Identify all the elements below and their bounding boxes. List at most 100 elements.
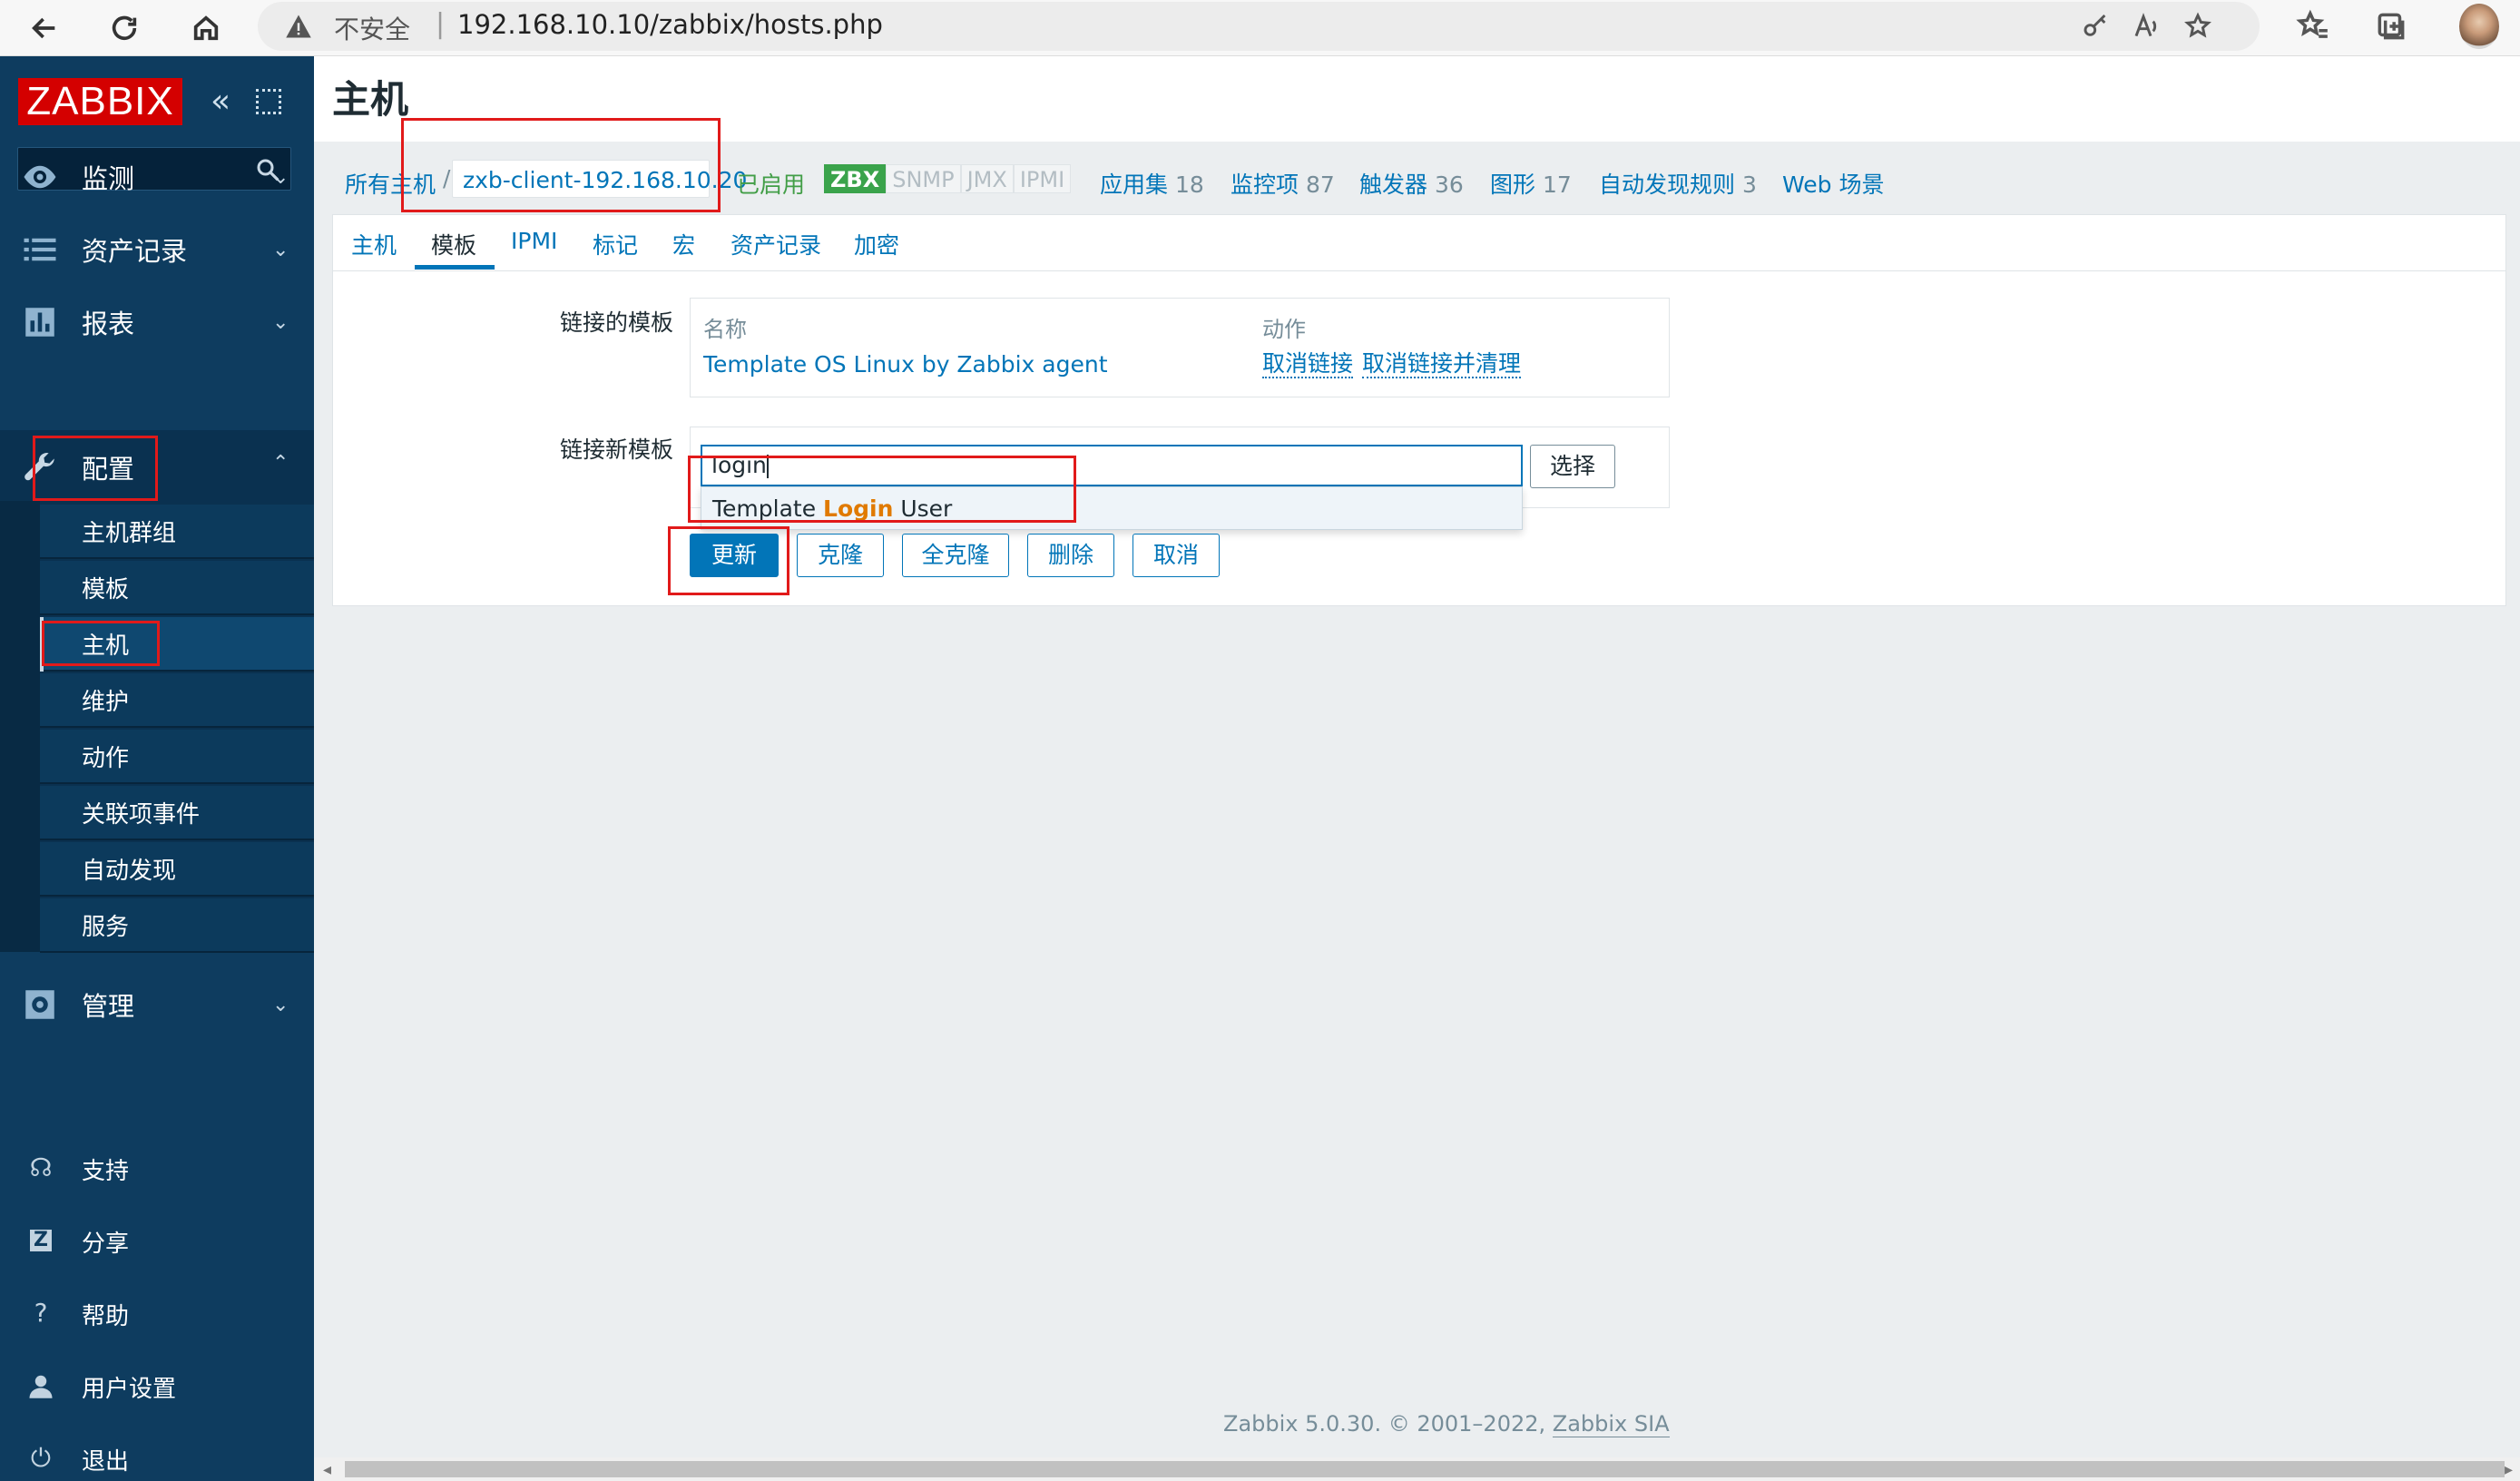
column-name: 名称 <box>703 317 747 342</box>
bar-chart-icon <box>20 302 60 342</box>
menu-configuration-label: 配置 <box>82 454 135 485</box>
address-bar[interactable]: 不安全 | 192.168.10.10/zabbix/hosts.php <box>258 2 2260 51</box>
submenu-host-groups[interactable]: 主机群组 <box>40 505 314 559</box>
browser-toolbar: 不安全 | 192.168.10.10/zabbix/hosts.php <box>0 0 2520 56</box>
full-clone-button[interactable]: 全克隆 <box>902 534 1009 577</box>
active-tab-indicator <box>415 265 495 270</box>
horizontal-scrollbar[interactable]: ◂ ▸ <box>314 1457 2520 1481</box>
link-discovery-rules[interactable]: 自动发现规则 3 <box>1599 167 1757 200</box>
badge-jmx: JMX <box>960 164 1014 193</box>
key-icon[interactable] <box>2082 12 2111 41</box>
scroll-left-icon[interactable]: ◂ <box>323 1460 331 1479</box>
tab-inventory[interactable]: 资产记录 <box>731 228 821 260</box>
unlink-and-clear-link[interactable]: 取消链接并清理 <box>1362 351 1522 378</box>
breadcrumb-all-hosts[interactable]: 所有主机 <box>345 167 436 200</box>
chevron-down-icon: ⌄ <box>272 238 289 261</box>
badge-zbx: ZBX <box>824 164 887 193</box>
back-icon[interactable] <box>20 4 69 53</box>
reload-icon[interactable] <box>100 4 149 53</box>
footer-user-settings[interactable]: 用户设置 <box>0 1354 314 1417</box>
submenu-discovery[interactable]: 自动发现 <box>40 842 314 897</box>
collections-icon[interactable] <box>2374 9 2408 44</box>
chevron-up-icon: ⌃ <box>272 452 289 475</box>
warning-icon <box>286 15 311 38</box>
link-applications[interactable]: 应用集 18 <box>1100 167 1204 200</box>
menu-administration-label: 管理 <box>82 991 135 1022</box>
wrench-icon <box>20 447 60 487</box>
template-search-input[interactable]: login <box>701 445 1523 486</box>
address-separator: | <box>436 8 446 40</box>
footer-share[interactable]: Z 分享 <box>0 1209 314 1272</box>
gear-icon <box>20 985 60 1025</box>
share-icon: Z <box>30 1230 52 1251</box>
menu-inventory-label: 资产记录 <box>82 236 188 267</box>
footer-help[interactable]: ? 帮助 <box>0 1281 314 1345</box>
breadcrumb-separator: / <box>443 165 451 191</box>
menu-inventory[interactable]: 资产记录 ⌄ <box>0 214 314 285</box>
submenu-services[interactable]: 服务 <box>40 898 314 953</box>
submenu-rail <box>0 501 40 952</box>
submenu-hosts[interactable]: 主机 <box>40 617 314 672</box>
collapse-sidebar-icon[interactable]: « <box>211 85 230 118</box>
link-triggers[interactable]: 触发器 36 <box>1359 167 1464 200</box>
submenu-maintenance[interactable]: 维护 <box>40 673 314 728</box>
favorite-add-icon[interactable] <box>2183 12 2212 41</box>
zabbix-logo[interactable]: ZABBIX <box>18 78 182 125</box>
footer-logout[interactable]: ⏻ 退出 <box>0 1427 314 1481</box>
tab-ipmi[interactable]: IPMI <box>511 228 557 254</box>
badge-snmp: SNMP <box>886 164 961 193</box>
column-action: 动作 <box>1262 317 1306 342</box>
power-icon: ⏻ <box>30 1443 52 1473</box>
url-text[interactable]: 192.168.10.10/zabbix/hosts.php <box>457 9 883 40</box>
page-header: 主机 <box>314 56 2520 142</box>
sidebar: ZABBIX « 监测 ⌄ 资产记录 ⌄ 报表 ⌄ 配置 ⌃ 主机群组 模板 主… <box>0 56 314 1481</box>
favorites-icon[interactable] <box>2296 9 2330 44</box>
status-enabled[interactable]: 已启用 <box>737 167 805 200</box>
menu-configuration[interactable]: 配置 ⌃ <box>0 432 314 503</box>
headset-icon: ☊ <box>29 1152 53 1182</box>
update-button[interactable]: 更新 <box>690 534 779 577</box>
template-suggestion[interactable]: Template Login User <box>701 486 1523 530</box>
menu-monitoring[interactable]: 监测 ⌄ <box>0 142 314 212</box>
page-title: 主机 <box>332 77 409 122</box>
tab-macros[interactable]: 宏 <box>672 228 695 260</box>
list-icon <box>20 230 60 270</box>
submenu-actions[interactable]: 动作 <box>40 730 314 784</box>
tab-encryption[interactable]: 加密 <box>854 228 899 260</box>
badge-ipmi: IPMI <box>1013 164 1072 193</box>
delete-button[interactable]: 删除 <box>1027 534 1114 577</box>
user-icon <box>27 1372 54 1399</box>
breadcrumb-host[interactable]: zxb-client-192.168.10.20 <box>463 167 747 193</box>
chevron-down-icon: ⌄ <box>272 165 289 189</box>
tab-host[interactable]: 主机 <box>351 228 397 260</box>
availability-badges: ZBX SNMP JMX IPMI <box>824 164 1072 193</box>
tab-tags[interactable]: 标记 <box>593 228 638 260</box>
help-icon: ? <box>34 1298 48 1328</box>
linked-template-link[interactable]: Template OS Linux by Zabbix agent <box>703 351 1108 378</box>
kiosk-mode-icon[interactable] <box>256 89 281 114</box>
scroll-right-icon[interactable]: ▸ <box>2505 1460 2513 1479</box>
submenu-event-correlation[interactable]: 关联项事件 <box>40 786 314 840</box>
footer-support[interactable]: ☊ 支持 <box>0 1136 314 1200</box>
menu-administration[interactable]: 管理 ⌄ <box>0 969 314 1040</box>
home-icon[interactable] <box>181 4 230 53</box>
linked-templates-label: 链接的模板 <box>559 309 673 336</box>
clone-button[interactable]: 克隆 <box>797 534 884 577</box>
link-graphs[interactable]: 图形 17 <box>1490 167 1572 200</box>
submenu-templates[interactable]: 模板 <box>40 561 314 615</box>
link-new-templates-label: 链接新模板 <box>559 436 673 463</box>
cancel-button[interactable]: 取消 <box>1133 534 1220 577</box>
menu-reports[interactable]: 报表 ⌄ <box>0 287 314 358</box>
tab-templates[interactable]: 模板 <box>431 228 476 260</box>
profile-avatar[interactable] <box>2459 4 2499 49</box>
company-link[interactable]: Zabbix SIA <box>1552 1411 1670 1437</box>
insecure-label: 不安全 <box>334 15 411 44</box>
chevron-down-icon: ⌄ <box>272 310 289 334</box>
link-items[interactable]: 监控项 87 <box>1231 167 1335 200</box>
read-aloud-icon[interactable] <box>2133 12 2162 41</box>
unlink-link[interactable]: 取消链接 <box>1262 351 1354 378</box>
form-tabs: 主机 模板 IPMI 标记 宏 资产记录 加密 <box>332 214 2506 270</box>
link-web-scenarios[interactable]: Web 场景 <box>1782 167 1884 200</box>
scrollbar-thumb[interactable] <box>345 1461 2505 1477</box>
select-button[interactable]: 选择 <box>1530 445 1615 488</box>
